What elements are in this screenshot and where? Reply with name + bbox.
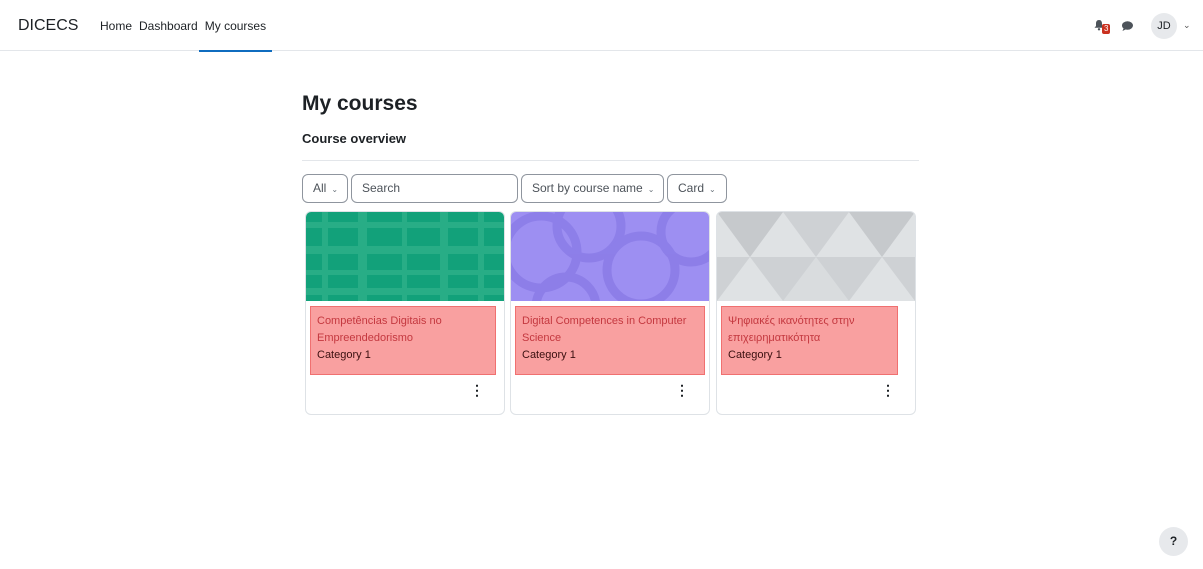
grouping-value: All xyxy=(313,181,327,195)
course-info: Competências Digitais no Empreendedorism… xyxy=(310,306,496,375)
course-card[interactable]: Ψηφιακές ικανότητες στην επιχειρηματικότ… xyxy=(716,211,916,415)
page-title: My courses xyxy=(302,92,418,115)
course-category: Category 1 xyxy=(317,349,371,361)
nav-my-courses[interactable]: My courses xyxy=(198,0,273,52)
course-card[interactable]: Digital Competences in Computer Science … xyxy=(510,211,710,415)
section-divider xyxy=(302,160,919,161)
course-actions-kebab-icon[interactable]: ⋮ xyxy=(675,383,689,398)
course-actions-kebab-icon[interactable]: ⋮ xyxy=(470,383,484,398)
course-search-input[interactable]: Search xyxy=(351,174,518,203)
sort-dropdown[interactable]: Sort by course name ⌄ xyxy=(521,174,664,203)
primary-navigation: Home Dashboard My courses xyxy=(100,0,279,52)
help-button[interactable]: ? xyxy=(1159,527,1188,556)
user-avatar[interactable]: JD xyxy=(1151,13,1177,39)
user-menu-chevron-down-icon[interactable]: ⌄ xyxy=(1183,20,1191,31)
course-actions-kebab-icon[interactable]: ⋮ xyxy=(881,383,895,398)
chevron-down-icon: ⌄ xyxy=(647,185,655,194)
course-name-link[interactable]: Competências Digitais no Empreendedorism… xyxy=(317,313,489,347)
course-image-pattern[interactable] xyxy=(511,212,709,301)
course-name-link[interactable]: Digital Competences in Computer Science xyxy=(522,313,698,347)
top-navbar: DICECS Home Dashboard My courses 3 JD ⌄ xyxy=(0,0,1203,52)
course-category: Category 1 xyxy=(728,349,782,361)
view-value: Card xyxy=(678,181,705,195)
sort-value: Sort by course name xyxy=(532,181,643,195)
course-info: Ψηφιακές ικανότητες στην επιχειρηματικότ… xyxy=(721,306,898,375)
notification-count-badge: 3 xyxy=(1102,24,1111,34)
site-brand[interactable]: DICECS xyxy=(18,17,78,35)
message-drawer-icon[interactable] xyxy=(1121,20,1134,32)
course-overview-heading: Course overview xyxy=(302,131,407,146)
chevron-down-icon: ⌄ xyxy=(709,185,716,194)
search-placeholder: Search xyxy=(362,181,401,195)
nav-home[interactable]: Home xyxy=(100,0,132,51)
chevron-down-icon: ⌄ xyxy=(331,185,339,194)
view-dropdown[interactable]: Card ⌄ xyxy=(667,174,727,203)
nav-dashboard[interactable]: Dashboard xyxy=(139,0,198,51)
course-card[interactable]: Competências Digitais no Empreendedorism… xyxy=(305,211,505,415)
grouping-dropdown[interactable]: All ⌄ xyxy=(302,174,348,203)
course-image-pattern[interactable] xyxy=(306,212,504,301)
course-category: Category 1 xyxy=(522,349,576,361)
course-name-link[interactable]: Ψηφιακές ικανότητες στην επιχειρηματικότ… xyxy=(728,313,891,347)
course-image-pattern[interactable] xyxy=(717,212,915,301)
notifications-button[interactable]: 3 xyxy=(1093,14,1119,38)
course-info: Digital Competences in Computer Science … xyxy=(515,306,705,375)
